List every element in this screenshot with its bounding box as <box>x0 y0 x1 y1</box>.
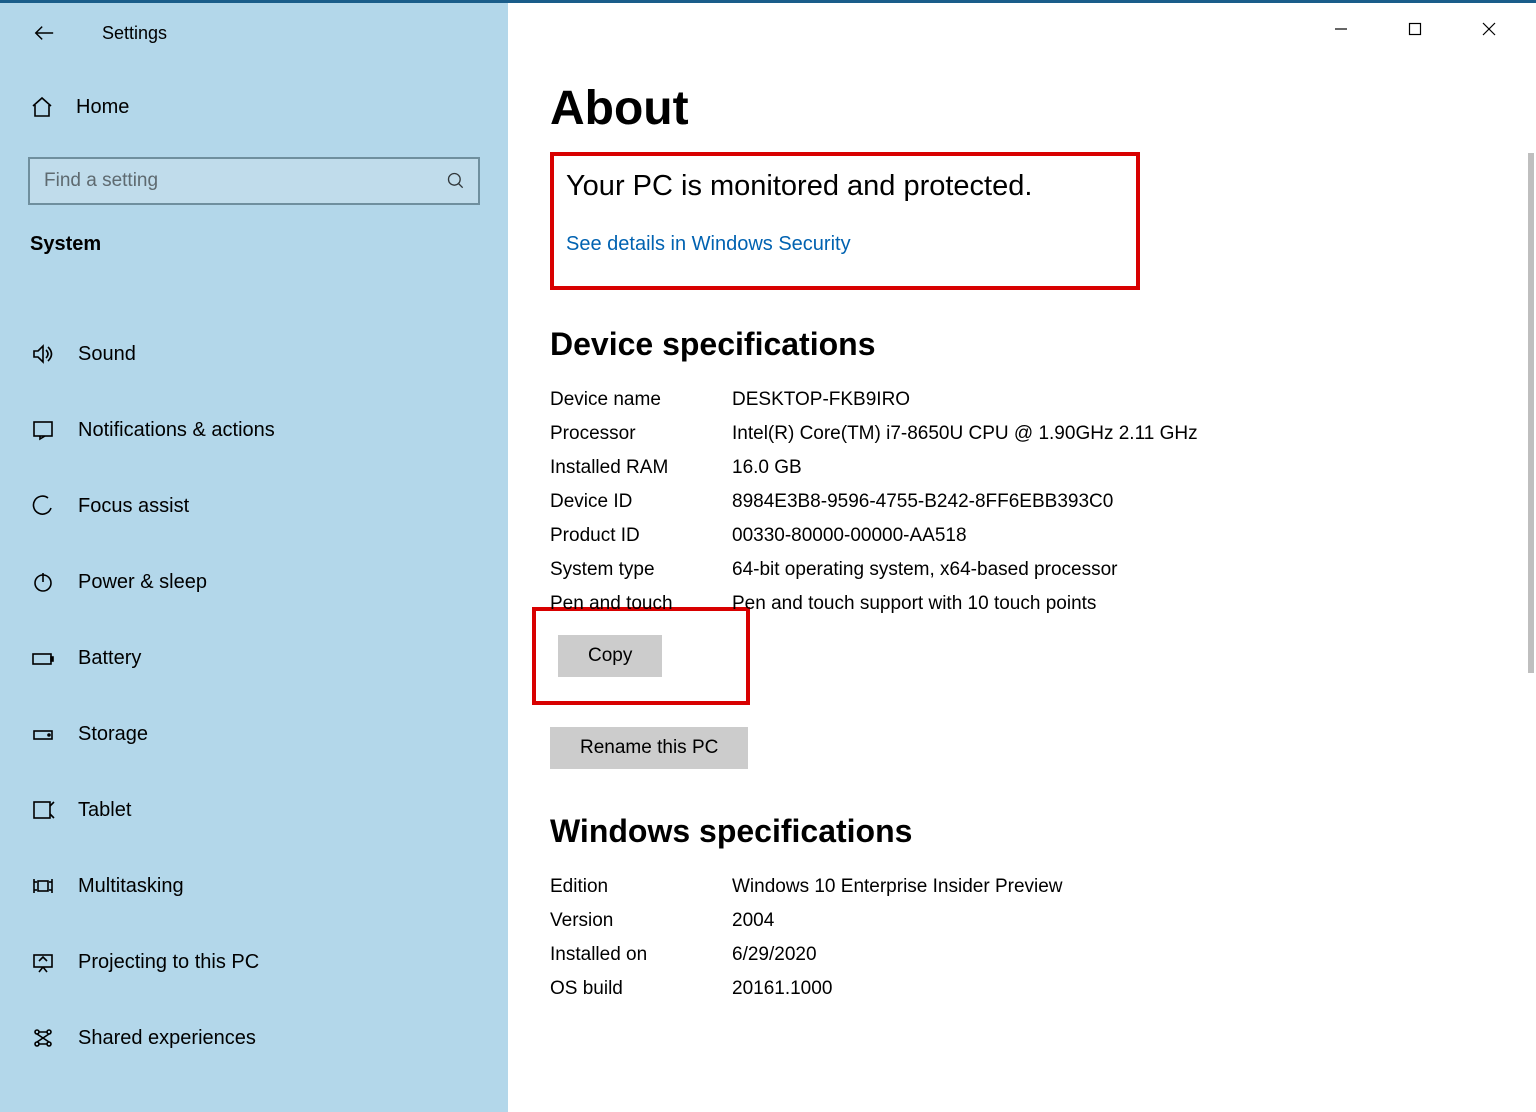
sidebar-item-tablet[interactable]: Tablet <box>0 772 508 848</box>
spec-value: 20161.1000 <box>732 978 1494 1000</box>
rename-pc-button[interactable]: Rename this PC <box>550 727 748 769</box>
search-wrap <box>28 157 480 205</box>
windows-security-link[interactable]: See details in Windows Security <box>566 233 851 255</box>
device-spec-table: Device name DESKTOP-FKB9IRO Processor In… <box>550 389 1494 615</box>
spec-value: Pen and touch support with 10 touch poin… <box>732 593 1494 615</box>
windows-spec-heading: Windows specifications <box>550 813 1494 850</box>
spec-value: 8984E3B8-9596-4755-B242-8FF6EBB393C0 <box>732 491 1494 513</box>
spec-label: Product ID <box>550 525 732 547</box>
sound-icon <box>30 341 56 367</box>
sidebar-item-sound[interactable]: Sound <box>0 316 508 392</box>
close-button[interactable] <box>1452 9 1526 49</box>
main-content: About Your PC is monitored and protected… <box>508 3 1536 1112</box>
focus-assist-icon <box>30 493 56 519</box>
minimize-button[interactable] <box>1304 9 1378 49</box>
settings-window: Settings Home System <box>0 0 1536 1112</box>
page-title: About <box>550 81 1494 136</box>
shared-experiences-icon <box>30 1025 56 1051</box>
battery-icon <box>30 645 56 671</box>
window-title: Settings <box>102 23 167 44</box>
maximize-button[interactable] <box>1378 9 1452 49</box>
scrollbar[interactable] <box>1528 153 1534 1102</box>
close-icon <box>1482 22 1496 36</box>
spec-label: System type <box>550 559 732 581</box>
sidebar-nav: Sound Notifications & actions Focus <box>0 316 508 1076</box>
spec-label: OS build <box>550 978 732 1000</box>
spec-value: Intel(R) Core(TM) i7-8650U CPU @ 1.90GHz… <box>732 423 1494 445</box>
search-input[interactable] <box>28 157 480 205</box>
sidebar-item-label: Storage <box>78 723 148 746</box>
spec-value: 16.0 GB <box>732 457 1494 479</box>
sidebar-item-storage[interactable]: Storage <box>0 696 508 772</box>
sidebar: Settings Home System <box>0 3 508 1112</box>
spec-label: Installed RAM <box>550 457 732 479</box>
search-icon <box>446 171 466 191</box>
titlebar: Settings <box>0 15 508 51</box>
windows-spec-table: Edition Windows 10 Enterprise Insider Pr… <box>550 876 1494 1000</box>
power-icon <box>30 569 56 595</box>
minimize-icon <box>1334 22 1348 36</box>
back-arrow-icon <box>33 22 55 44</box>
sidebar-item-label: Sound <box>78 343 136 366</box>
spec-label: Installed on <box>550 944 732 966</box>
sidebar-item-label: Power & sleep <box>78 571 207 594</box>
sidebar-item-shared-experiences[interactable]: Shared experiences <box>0 1000 508 1076</box>
spec-label: Version <box>550 910 732 932</box>
sidebar-item-label: Multitasking <box>78 875 184 898</box>
home-nav[interactable]: Home <box>0 81 508 133</box>
sidebar-item-label: Tablet <box>78 799 131 822</box>
protection-status-text: Your PC is monitored and protected. <box>566 170 1112 203</box>
sidebar-item-label: Projecting to this PC <box>78 951 259 974</box>
sidebar-item-notifications[interactable]: Notifications & actions <box>0 392 508 468</box>
spec-label: Edition <box>550 876 732 898</box>
security-status-highlight: Your PC is monitored and protected. See … <box>550 152 1140 290</box>
spec-label: Device ID <box>550 491 732 513</box>
sidebar-item-multitasking[interactable]: Multitasking <box>0 848 508 924</box>
spec-value: Windows 10 Enterprise Insider Preview <box>732 876 1494 898</box>
projecting-icon <box>30 949 56 975</box>
storage-icon <box>30 721 56 747</box>
notifications-icon <box>30 417 56 443</box>
multitasking-icon <box>30 873 56 899</box>
spec-value: 6/29/2020 <box>732 944 1494 966</box>
sidebar-item-label: Battery <box>78 647 141 670</box>
sidebar-item-projecting[interactable]: Projecting to this PC <box>0 924 508 1000</box>
spec-label: Processor <box>550 423 732 445</box>
spec-value: DESKTOP-FKB9IRO <box>732 389 1494 411</box>
spec-value: 64-bit operating system, x64-based proce… <box>732 559 1494 581</box>
back-button[interactable] <box>30 19 58 47</box>
home-icon <box>30 95 54 119</box>
sidebar-item-label: Notifications & actions <box>78 419 275 442</box>
spec-value: 00330-80000-00000-AA518 <box>732 525 1494 547</box>
maximize-icon <box>1408 22 1422 36</box>
spec-label: Device name <box>550 389 732 411</box>
copy-button[interactable]: Copy <box>558 635 662 677</box>
spec-label: Pen and touch <box>550 593 732 615</box>
sidebar-item-focus-assist[interactable]: Focus assist <box>0 468 508 544</box>
sidebar-item-label: Focus assist <box>78 495 189 518</box>
tablet-icon <box>30 797 56 823</box>
scrollbar-thumb[interactable] <box>1528 153 1534 673</box>
home-label: Home <box>76 96 129 119</box>
device-spec-heading: Device specifications <box>550 326 1494 363</box>
copy-button-highlight: Copy <box>532 607 750 705</box>
window-controls <box>1304 9 1526 49</box>
sidebar-section-heading: System <box>0 233 508 256</box>
spec-value: 2004 <box>732 910 1494 932</box>
sidebar-item-battery[interactable]: Battery <box>0 620 508 696</box>
sidebar-item-label: Shared experiences <box>78 1027 256 1050</box>
sidebar-item-power-sleep[interactable]: Power & sleep <box>0 544 508 620</box>
